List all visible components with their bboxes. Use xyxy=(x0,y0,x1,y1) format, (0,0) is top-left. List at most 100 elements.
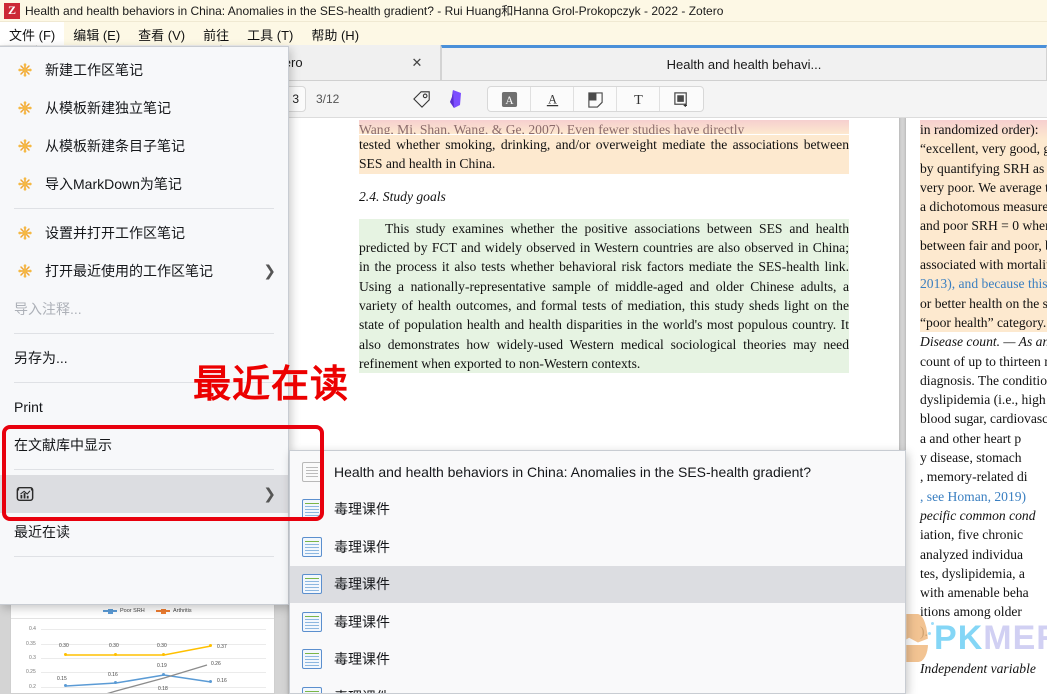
menu-separator xyxy=(14,556,274,557)
list-item-label: 毒理课件 xyxy=(334,613,390,630)
menubar-item-help[interactable]: 帮助 (H) xyxy=(302,22,368,47)
table-document-icon xyxy=(302,611,322,632)
list-item-label: 毒理课件 xyxy=(334,651,390,668)
chart-point-label: 0.19 xyxy=(157,663,167,669)
pdf-right-line: between fair and poor, b xyxy=(920,235,1047,256)
svg-text:T: T xyxy=(634,92,643,108)
pdf-citation-link[interactable]: 2013), and because this i xyxy=(920,276,1047,291)
menu-item-label: 从模板新建条目子笔记 xyxy=(45,138,185,154)
menubar-item-edit[interactable]: 编辑 (E) xyxy=(64,22,129,47)
close-icon[interactable]: ✕ xyxy=(410,55,424,71)
app-root: Health and health behaviors in China: An… xyxy=(0,0,1047,694)
menu-item-open-recent-workspace-note[interactable]: 打开最近使用的工作区笔记 ❯ xyxy=(0,252,288,290)
menubar-item-tools[interactable]: 工具 (T) xyxy=(238,22,302,47)
recent-reading-icon xyxy=(14,485,36,503)
page-total-label: 3/12 xyxy=(316,92,340,106)
list-item[interactable]: 毒理课件 xyxy=(290,641,905,679)
pdf-right-line: count of up to thirteen m xyxy=(920,353,1047,369)
highlight-text-button[interactable]: A xyxy=(488,87,532,111)
underline-text-button[interactable]: A xyxy=(531,87,575,111)
tab-label: Health and health behavi... xyxy=(666,56,822,72)
list-item[interactable]: 毒理课件 xyxy=(290,603,905,641)
annotation-callout-text: 最近在读 xyxy=(193,362,350,406)
snowflake-icon xyxy=(14,263,36,279)
list-item[interactable]: 毒理课件 xyxy=(290,565,905,603)
menubar-item-view[interactable]: 查看 (V) xyxy=(129,22,194,47)
menubar: 文件 (F) 编辑 (E) 查看 (V) 前往 工具 (T) 帮助 (H) xyxy=(0,21,1047,47)
menu-item-new-workspace-note[interactable]: 新建工作区笔记 xyxy=(0,51,288,89)
list-item[interactable]: 毒理课件 xyxy=(290,528,905,566)
chart-point-label: 0.30 xyxy=(59,643,69,649)
list-item-label: Health and health behaviors in China: An… xyxy=(334,463,812,480)
menu-item-quit[interactable] xyxy=(0,562,288,600)
tab-health-behaviors[interactable]: Health and health behavi... xyxy=(441,45,1047,80)
list-item-label: 毒理课件 xyxy=(334,576,390,593)
menu-item-show-in-library[interactable]: 在文献库中显示 xyxy=(0,426,288,464)
snowflake-icon xyxy=(14,225,36,241)
chart-point-label: 0.37 xyxy=(217,644,227,650)
menubar-item-go[interactable]: 前往 xyxy=(194,22,238,47)
pdf-citation-link-2[interactable]: , see Homan, 2019) xyxy=(920,489,1026,504)
pdf-right-column: in randomized order): “excellent, very g… xyxy=(920,120,1047,678)
file-menu-popup: 新建工作区笔记 从模板新建独立笔记 从模板新建条目子笔记 导入MarkDown为… xyxy=(0,46,289,605)
pdf-right-line: “poor health” category. xyxy=(920,312,1047,333)
svg-text:A: A xyxy=(505,94,514,106)
snowflake-icon xyxy=(14,100,36,116)
menubar-item-file[interactable]: 文件 (F) xyxy=(0,21,65,47)
note-annotation-icon xyxy=(588,91,603,108)
pdf-right-line: 2013), and because this i xyxy=(920,274,1047,294)
table-document-icon xyxy=(302,649,322,670)
chart-legend-arthritis: Arthritis xyxy=(156,608,192,614)
chart-point-label: 0.16 xyxy=(108,672,118,678)
pdf-right-line: diagnosis. The condition xyxy=(920,372,1047,388)
list-item[interactable]: 毒理课件 xyxy=(290,678,905,693)
obsidian-button[interactable] xyxy=(441,86,471,112)
svg-text:A: A xyxy=(548,92,557,106)
table-document-icon xyxy=(302,499,322,520)
legend-label: Poor SRH xyxy=(120,608,145,614)
pdf-right-line: Independent variable xyxy=(920,661,1036,677)
chart-point-label: 0.15 xyxy=(57,676,67,682)
obsidian-icon xyxy=(450,90,462,108)
list-item[interactable]: 毒理课件 xyxy=(290,491,905,529)
tag-button[interactable] xyxy=(407,86,437,112)
note-annotation-button[interactable] xyxy=(574,87,618,111)
menu-item-label: 导入MarkDown为笔记 xyxy=(45,176,182,192)
chevron-right-icon: ❯ xyxy=(263,263,276,280)
snowflake-icon xyxy=(14,62,36,78)
recent-reading-submenu: Health and health behaviors in China: An… xyxy=(289,450,906,694)
menu-item-close[interactable]: 最近在读 xyxy=(0,513,288,551)
menu-item-label: 从模板新建独立笔记 xyxy=(45,100,171,116)
pdf-right-line: associated with mortalit xyxy=(920,255,1047,275)
menu-item-new-standalone-note-from-template[interactable]: 从模板新建独立笔记 xyxy=(0,89,288,127)
pdf-section-heading: 2.4. Study goals xyxy=(359,188,446,204)
pdf-right-line: y disease, stomach xyxy=(920,450,1022,466)
table-document-icon xyxy=(302,574,322,595)
menu-item-configure-open-workspace-note[interactable]: 设置并打开工作区笔记 xyxy=(0,214,288,252)
pdf-right-line: analyzed individua xyxy=(920,546,1024,562)
menu-item-import-annotations: 导入注释... xyxy=(0,290,288,328)
text-annotation-button[interactable]: T xyxy=(617,87,661,111)
chart-point-label: 0.26 xyxy=(211,661,221,667)
menu-item-new-item-child-note-from-template[interactable]: 从模板新建条目子笔记 xyxy=(0,127,288,165)
window-titlebar: Health and health behaviors in China: An… xyxy=(0,0,1047,22)
document-icon xyxy=(302,461,322,482)
pdf-right-line: a dichotomous measure i xyxy=(920,197,1047,217)
menu-separator xyxy=(14,469,274,470)
highlight-text-icon: A xyxy=(501,91,517,107)
list-item[interactable]: Health and health behaviors in China: An… xyxy=(290,453,905,491)
pdf-right-line: and poor SRH = 0 when xyxy=(920,216,1047,236)
menu-separator xyxy=(14,208,274,209)
list-item-label: 毒理课件 xyxy=(334,538,390,555)
pdf-right-line: with amenable beha xyxy=(920,585,1029,601)
area-annotation-button[interactable] xyxy=(660,87,703,111)
pdf-left-column: Wang, Mi, Shan, Wang, & Ge, 2007). Even … xyxy=(359,120,849,374)
menu-item-recent-reading[interactable]: ❯ xyxy=(0,475,288,513)
pdf-cut-line: Wang, Mi, Shan, Wang, & Ge, 2007). Even … xyxy=(359,120,849,134)
chart-lower: 0.4 0.35 0.3 0.25 0.2 0.30 0.30 0.30 0.3… xyxy=(11,619,274,693)
chart-point-label: 0.30 xyxy=(109,643,119,649)
pdf-right-line: very poor. We average th xyxy=(920,177,1047,198)
pdf-right-line: blood sugar, cardiovasc xyxy=(920,411,1047,427)
menu-item-import-markdown-as-note[interactable]: 导入MarkDown为笔记 xyxy=(0,165,288,203)
pdf-right-line: , memory-related di xyxy=(920,469,1028,485)
